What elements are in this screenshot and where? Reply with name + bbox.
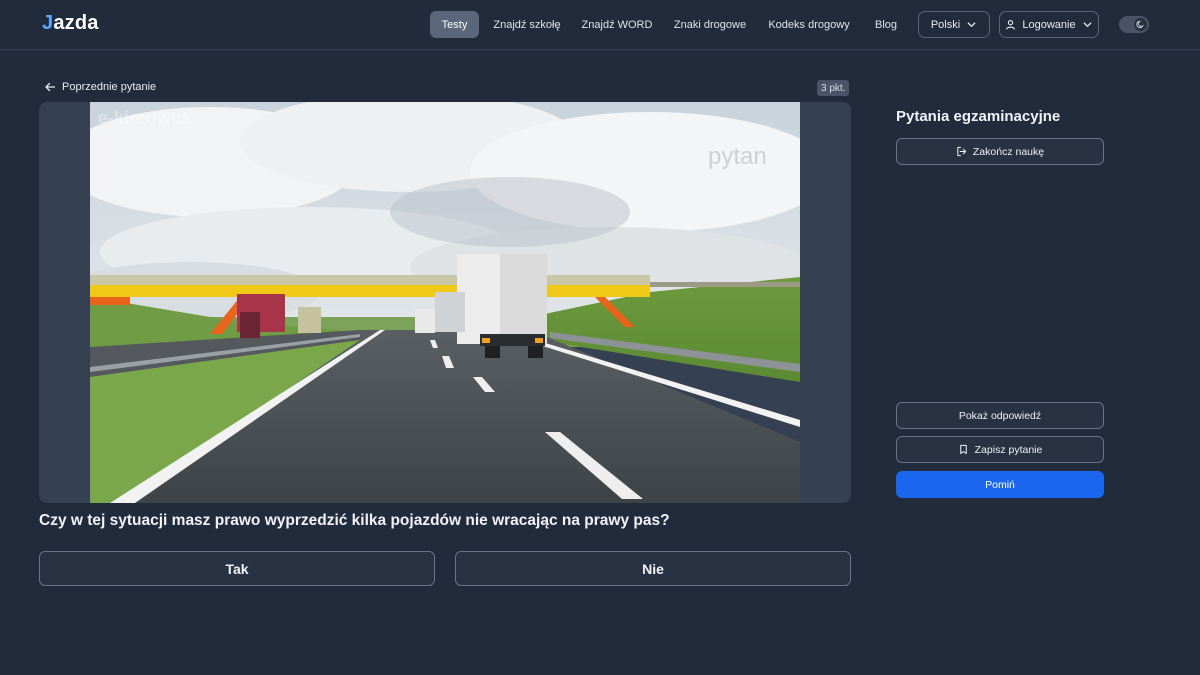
chevron-down-icon xyxy=(967,22,976,27)
logo[interactable]: Jazda xyxy=(42,12,99,35)
login-label: Logowanie xyxy=(1022,18,1076,31)
login-button[interactable]: Logowanie xyxy=(999,11,1099,38)
chevron-down-icon xyxy=(1083,22,1091,27)
save-question-label: Zapisz pytanie xyxy=(974,443,1043,456)
user-icon xyxy=(1006,20,1016,30)
theme-knob xyxy=(1134,18,1147,31)
answer-yes-button[interactable]: Tak xyxy=(39,551,435,586)
question-media: e-kierowca pytan xyxy=(39,102,851,503)
nav-road-code[interactable]: Kodeks drogowy xyxy=(764,11,854,38)
bookmark-icon xyxy=(959,444,967,455)
sidebar-title: Pytania egzaminacyjne xyxy=(896,108,1061,125)
save-question-button[interactable]: Zapisz pytanie xyxy=(896,436,1104,463)
top-navbar: Jazda Testy Znajdź szkołę Znajdź WORD Zn… xyxy=(0,0,1200,50)
show-answer-button[interactable]: Pokaż odpowiedź xyxy=(896,402,1104,429)
nav-find-word[interactable]: Znajdź WORD xyxy=(578,11,656,38)
moon-icon xyxy=(1136,20,1144,29)
finish-learning-label: Zakończ naukę xyxy=(972,145,1045,158)
nav-blog[interactable]: Blog xyxy=(867,11,905,38)
theme-toggle[interactable] xyxy=(1119,16,1149,33)
skip-button[interactable]: Pomiń xyxy=(896,471,1104,498)
watermark-left: e-kierowca xyxy=(98,108,192,128)
previous-question-label: Poprzednie pytanie xyxy=(62,81,157,93)
nav-road-signs[interactable]: Znaki drogowe xyxy=(669,11,751,38)
answer-no-button[interactable]: Nie xyxy=(455,551,851,586)
watermark-right: pytan xyxy=(708,143,767,170)
language-label: Polski xyxy=(930,18,961,31)
highway-photo: e-kierowca pytan xyxy=(90,102,800,503)
finish-learning-button[interactable]: Zakończ naukę xyxy=(896,138,1104,165)
log-out-icon xyxy=(957,146,967,157)
show-answer-label: Pokaż odpowiedź xyxy=(958,409,1042,422)
previous-question-link[interactable]: Poprzednie pytanie xyxy=(44,81,156,93)
arrow-left-icon xyxy=(45,82,56,92)
question-text: Czy w tej sytuacji masz prawo wyprzedzić… xyxy=(39,512,670,529)
points-badge: 3 pkt. xyxy=(817,80,850,96)
nav-find-school[interactable]: Znajdź szkołę xyxy=(489,11,565,38)
nav-testy[interactable]: Testy xyxy=(430,11,479,38)
language-select[interactable]: Polski xyxy=(918,11,990,38)
skip-label: Pomiń xyxy=(985,478,1015,491)
